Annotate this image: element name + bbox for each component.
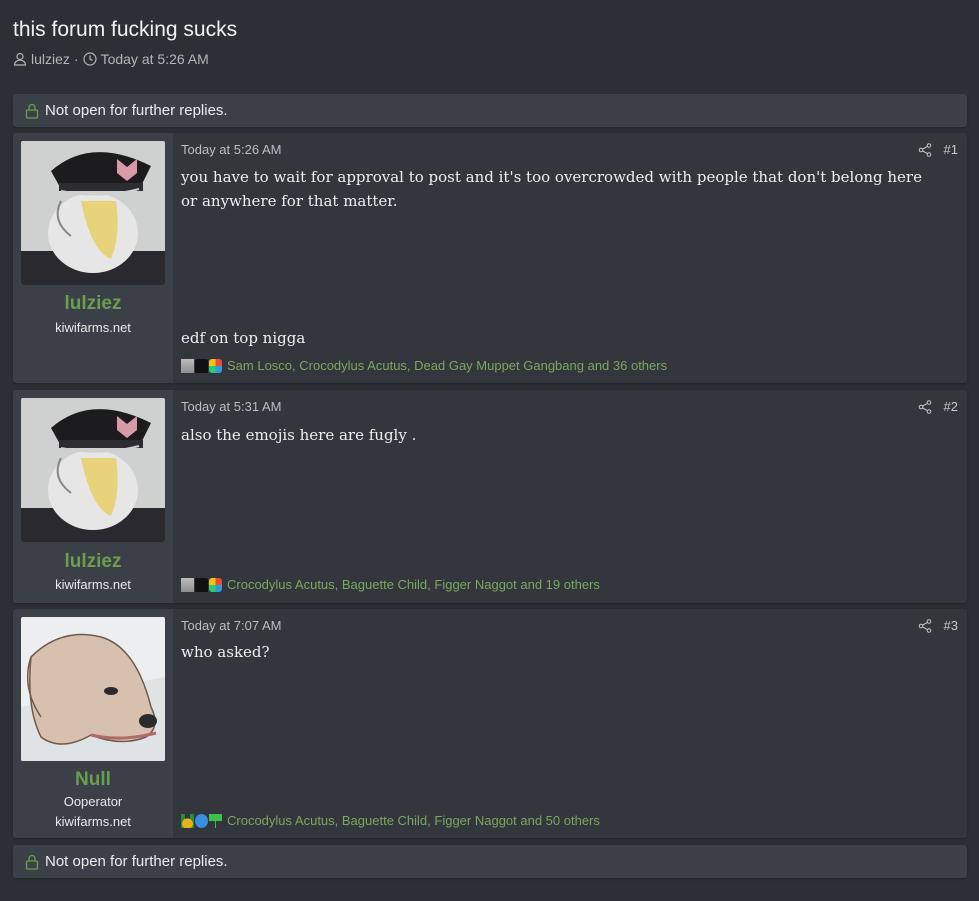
post: Null Ooperator kiwifarms.net Today at 7:… (13, 609, 967, 838)
thread-author-link[interactable]: lulziez (31, 51, 70, 67)
post-date-link[interactable]: Today at 7:07 AM (181, 618, 281, 633)
post-body: who asked? (181, 643, 270, 661)
reactions-bar: Crocodylus Acutus, Baguette Child, Figge… (181, 577, 600, 592)
reactions-bar: Sam Losco, Crocodylus Acutus, Dead Gay M… (181, 358, 667, 373)
post-date-link[interactable]: Today at 5:26 AM (181, 142, 281, 157)
user-site: kiwifarms.net (55, 814, 131, 829)
thread-meta: lulziez · Today at 5:26 AM (13, 51, 209, 67)
post-number-link[interactable]: #1 (944, 142, 958, 157)
post-body-line: edf on top nigga (181, 329, 306, 347)
user-title: Ooperator (63, 794, 123, 809)
post-body: also the emojis here are fugly . (181, 426, 417, 444)
user-site: kiwifarms.net (55, 320, 131, 335)
reactions-link[interactable]: Crocodylus Acutus, Baguette Child, Figge… (227, 813, 600, 828)
reactions-bar: Crocodylus Acutus, Baguette Child, Figge… (181, 813, 600, 828)
post-content: Today at 5:26 AM #1 you have to wait for… (181, 133, 967, 383)
puzzle-icon (209, 358, 222, 373)
tophat-icon (195, 577, 208, 592)
post-user-column: lulziez kiwifarms.net (13, 390, 173, 603)
post-user-column: Null Ooperator kiwifarms.net (13, 609, 173, 838)
post-body: you have to wait for approval to post an… (181, 168, 922, 210)
post-tools: #3 (918, 618, 958, 633)
username-link[interactable]: lulziez (13, 551, 173, 573)
share-icon[interactable] (918, 399, 932, 414)
thread-title: this forum fucking sucks (13, 18, 238, 41)
share-icon[interactable] (918, 618, 932, 633)
thumbs-up-icon (195, 813, 208, 828)
post-user-column: lulziez kiwifarms.net (13, 133, 173, 383)
notice-text: Not open for further replies. (45, 102, 228, 119)
meta-separator: · (73, 51, 79, 67)
notice-text: Not open for further replies. (45, 853, 228, 870)
avatar[interactable] (21, 141, 165, 285)
reaction-icons (181, 358, 222, 373)
reactions-link[interactable]: Crocodylus Acutus, Baguette Child, Figge… (227, 577, 600, 592)
user-site: kiwifarms.net (55, 577, 131, 592)
building-icon (181, 577, 194, 592)
tophat-icon (195, 358, 208, 373)
clock-icon (82, 52, 97, 66)
user-icon (13, 52, 27, 66)
post-content: Today at 5:31 AM #2 also the emojis here… (181, 390, 967, 603)
post-tools: #2 (918, 399, 958, 414)
post-number-link[interactable]: #2 (944, 399, 958, 414)
post: lulziez kiwifarms.net Today at 5:26 AM #… (13, 133, 967, 383)
username-link[interactable]: lulziez (13, 293, 173, 315)
cocktail-icon (209, 813, 222, 828)
post-content: Today at 7:07 AM #3 who asked? Crocodylu… (181, 609, 967, 838)
avatar[interactable] (21, 398, 165, 542)
username-link[interactable]: Null (13, 769, 173, 791)
post: lulziez kiwifarms.net Today at 5:31 AM #… (13, 390, 967, 603)
avatar[interactable] (21, 617, 165, 761)
reactions-link[interactable]: Sam Losco, Crocodylus Acutus, Dead Gay M… (227, 358, 667, 373)
lock-icon (25, 854, 39, 870)
reaction-icons (181, 813, 222, 828)
lock-icon (25, 103, 39, 119)
thread-date-link[interactable]: Today at 5:26 AM (101, 51, 209, 67)
puzzle-icon (209, 577, 222, 592)
thread-locked-notice-bottom: Not open for further replies. (13, 845, 967, 878)
reaction-icons (181, 577, 222, 592)
medal-icon (181, 813, 194, 828)
thread-locked-notice: Not open for further replies. (13, 94, 967, 127)
building-icon (181, 358, 194, 373)
post-tools: #1 (918, 142, 958, 157)
share-icon[interactable] (918, 142, 932, 157)
post-number-link[interactable]: #3 (944, 618, 958, 633)
post-date-link[interactable]: Today at 5:31 AM (181, 399, 281, 414)
